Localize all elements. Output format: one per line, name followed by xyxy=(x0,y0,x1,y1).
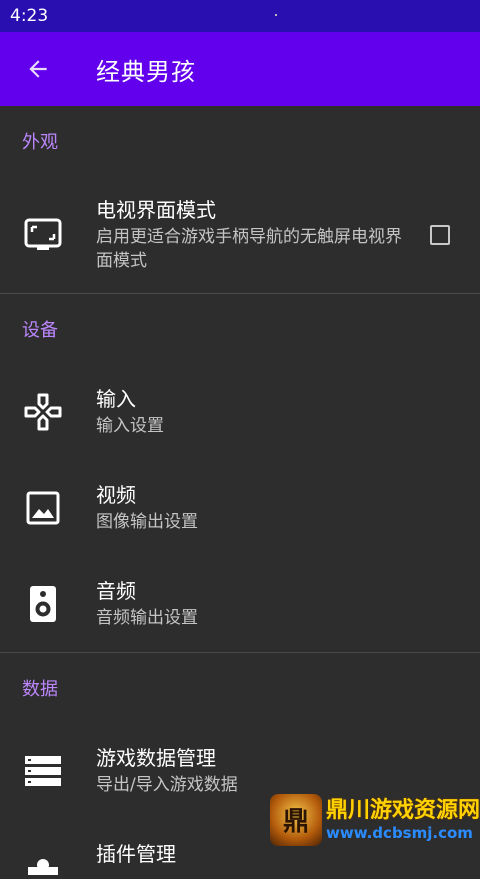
status-time: 4:23 xyxy=(10,6,49,26)
watermark-logo-text: 鼎 xyxy=(282,807,309,837)
tv-icon xyxy=(0,218,96,252)
settings-item-video[interactable]: 视频 图像输出设置 xyxy=(0,460,480,556)
app-bar: 经典男孩 xyxy=(0,32,480,106)
settings-item-tv-mode[interactable]: 电视界面模式 启用更适合游戏手柄导航的无触屏电视界面模式 xyxy=(0,176,480,293)
watermark-url: www.dcbsmj.com xyxy=(326,823,473,842)
tv-mode-subtitle: 启用更适合游戏手柄导航的无触屏电视界面模式 xyxy=(96,226,402,271)
section-header-device: 设备 xyxy=(22,320,58,341)
input-title: 输入 xyxy=(96,387,136,411)
status-bar: 4:23 xyxy=(0,0,480,32)
tv-mode-title: 电视界面模式 xyxy=(96,197,216,222)
audio-title: 音频 xyxy=(96,579,136,603)
section-header-appearance: 外观 xyxy=(22,132,58,153)
plugin-icon xyxy=(0,841,96,875)
page-title: 经典男孩 xyxy=(96,57,196,86)
section-header-data: 数据 xyxy=(22,679,58,700)
gamepad-icon xyxy=(0,393,96,431)
storage-icon xyxy=(0,755,96,787)
settings-item-audio[interactable]: 音频 音频输出设置 xyxy=(0,556,480,652)
audio-subtitle: 音频输出设置 xyxy=(96,608,198,628)
input-subtitle: 输入设置 xyxy=(96,416,164,436)
tv-mode-checkbox[interactable] xyxy=(430,224,450,245)
video-subtitle: 图像输出设置 xyxy=(96,512,198,532)
arrow-back-icon xyxy=(29,60,47,78)
settings-item-input[interactable]: 输入 输入设置 xyxy=(0,364,480,460)
speaker-icon xyxy=(0,585,96,623)
game-data-title: 游戏数据管理 xyxy=(96,746,216,770)
watermark-logo: 鼎 xyxy=(270,793,322,846)
video-title: 视频 xyxy=(96,483,136,507)
image-icon xyxy=(0,491,96,525)
back-button[interactable] xyxy=(22,53,54,85)
watermark-title: 鼎川游戏资源网 xyxy=(326,797,480,823)
watermark: 鼎 鼎川游戏资源网 www.dcbsmj.com xyxy=(270,786,480,853)
status-dot xyxy=(275,14,277,16)
